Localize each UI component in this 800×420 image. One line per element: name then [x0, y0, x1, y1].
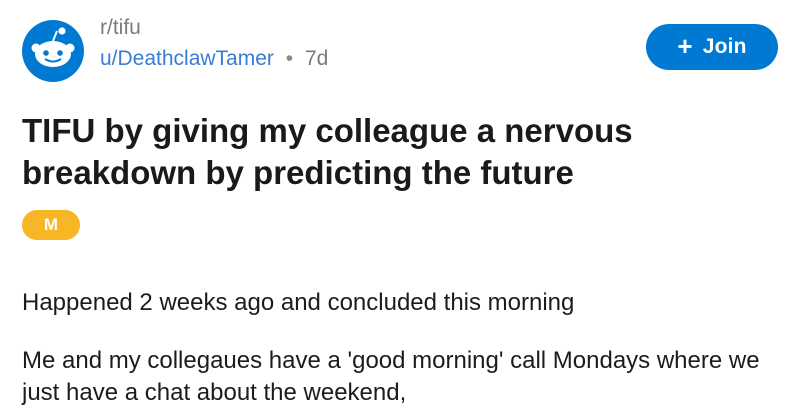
post-body-paragraph-2: Me and my collegaues have a 'good mornin… [22, 347, 760, 406]
subreddit-name[interactable]: r/tifu [100, 14, 328, 42]
post-flair-badge[interactable]: M [22, 210, 80, 240]
author-line: u/DeathclawTamer • 7d [100, 44, 328, 74]
post-body-paragraph-1: Happened 2 weeks ago and concluded this … [22, 289, 575, 316]
post-age: 7d [304, 47, 329, 70]
post-title[interactable]: TIFU by giving my colleague a nervous br… [22, 110, 752, 194]
reddit-snoo-icon [31, 27, 75, 67]
post-header: r/tifu u/DeathclawTamer • 7d + Join [22, 8, 778, 82]
subreddit-avatar-icon[interactable] [22, 20, 84, 82]
author-username[interactable]: u/DeathclawTamer [100, 47, 274, 70]
post-view: r/tifu u/DeathclawTamer • 7d + Join TIFU… [0, 0, 800, 420]
join-label: Join [702, 35, 747, 58]
post-meta: r/tifu u/DeathclawTamer • 7d [100, 14, 328, 74]
plus-icon: + [677, 31, 693, 61]
join-button[interactable]: + Join [646, 24, 778, 70]
meta-separator: • [285, 47, 294, 70]
